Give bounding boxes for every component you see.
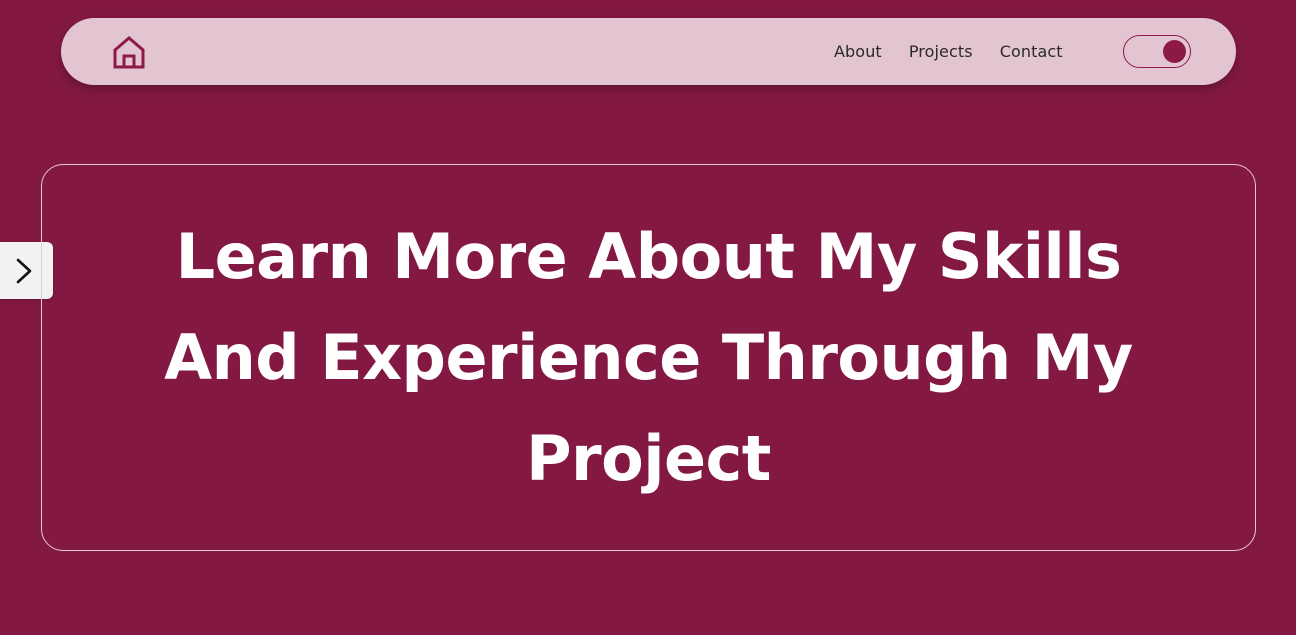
house-icon bbox=[113, 36, 145, 69]
toggle-knob bbox=[1163, 40, 1186, 63]
theme-toggle[interactable] bbox=[1123, 35, 1191, 68]
nav-link-contact[interactable]: Contact bbox=[1000, 42, 1063, 61]
hero-card: Learn More About My Skills And Experienc… bbox=[41, 164, 1256, 551]
home-button[interactable] bbox=[111, 34, 147, 70]
hero-heading: Learn More About My Skills And Experienc… bbox=[164, 220, 1133, 495]
chevron-right-icon bbox=[16, 258, 31, 283]
navbar: About Projects Contact bbox=[61, 18, 1236, 85]
nav-links: About Projects Contact bbox=[834, 18, 1063, 85]
nav-link-projects[interactable]: Projects bbox=[909, 42, 973, 61]
nav-link-about[interactable]: About bbox=[834, 42, 882, 61]
